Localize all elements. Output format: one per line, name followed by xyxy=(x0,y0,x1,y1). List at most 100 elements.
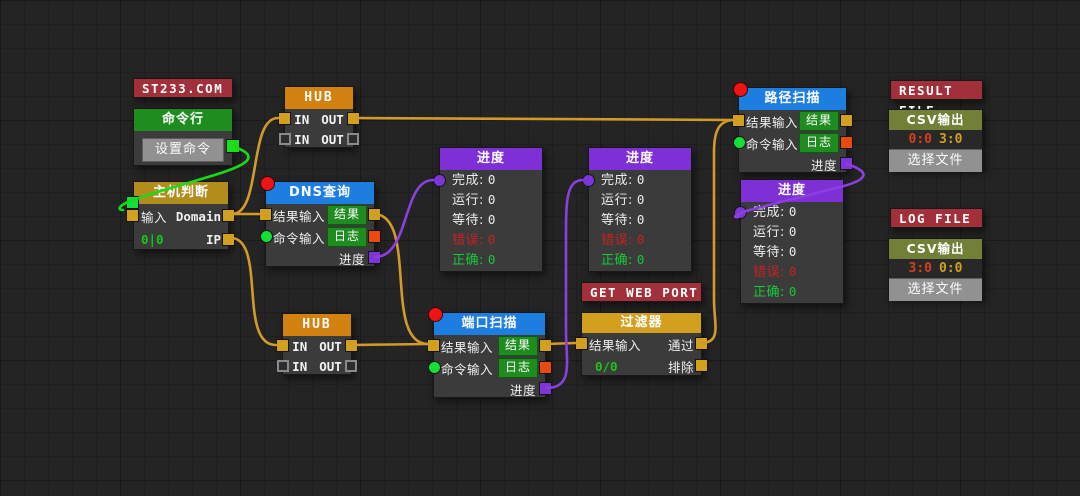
node-header[interactable]: 进度 xyxy=(741,180,843,202)
node-progress-dns[interactable]: 进度 完成:0 运行:0 等待:0 错误:0 正确:0 xyxy=(439,147,543,272)
result-input-port[interactable] xyxy=(575,337,588,350)
choose-file-button[interactable]: 选择文件 xyxy=(889,278,982,301)
node-header[interactable]: 进度 xyxy=(440,148,542,170)
progress-row-label: 错误: xyxy=(753,265,785,280)
node-log-csv-output[interactable]: CSV输出 3:00:0 选择文件 xyxy=(888,238,983,299)
progress-output-port[interactable] xyxy=(840,157,853,170)
exclude-output-port[interactable] xyxy=(695,359,708,372)
domain-output-port[interactable] xyxy=(222,209,235,222)
command-input-port[interactable] xyxy=(733,136,746,149)
banner-title: GET WEB PORT xyxy=(590,285,698,300)
csv-output-button[interactable]: CSV输出 xyxy=(889,239,982,259)
hub-in-port[interactable] xyxy=(276,339,289,352)
progress-output-port[interactable] xyxy=(539,382,552,395)
node-header[interactable]: 主机判断 xyxy=(134,182,228,204)
node-st233-banner[interactable]: ST233.COM xyxy=(133,78,233,98)
progress-input-port[interactable] xyxy=(582,174,595,187)
command-output-port[interactable] xyxy=(226,139,240,153)
node-header[interactable]: 进度 xyxy=(589,148,691,170)
pass-output-port[interactable] xyxy=(695,337,708,350)
csv-stats: 0:03:0 xyxy=(889,130,982,149)
progress-row-label: 等待: xyxy=(601,213,633,228)
hub-in-port-empty[interactable] xyxy=(277,360,289,372)
node-header[interactable]: 过滤器 xyxy=(582,313,701,333)
log-output-port[interactable] xyxy=(539,361,552,374)
node-command-line[interactable]: 命令行 设置命令 xyxy=(133,108,233,166)
choose-file-button[interactable]: 选择文件 xyxy=(889,149,982,172)
hub-in-port-empty[interactable] xyxy=(279,133,291,145)
node-header[interactable]: 路径扫描 xyxy=(739,88,846,110)
progress-input-port[interactable] xyxy=(433,174,446,187)
hub-in-label: IN xyxy=(292,359,307,374)
hub-out-port[interactable] xyxy=(347,112,360,125)
hub-out-port-empty[interactable] xyxy=(347,133,359,145)
progress-label: 进度 xyxy=(510,380,536,399)
progress-row-value: 0 xyxy=(789,204,797,219)
progress-row-label: 完成: xyxy=(753,205,785,220)
node-result-csv-output[interactable]: CSV输出 0:03:0 选择文件 xyxy=(888,109,983,170)
banner-title: LOG FILE xyxy=(899,211,971,226)
node-log-file-banner[interactable]: LOG FILE xyxy=(890,208,983,228)
node-filter[interactable]: 过滤器 结果输入 通过 0/0 排除 xyxy=(581,312,702,376)
set-command-button[interactable]: 设置命令 xyxy=(142,138,224,162)
result-input-port[interactable] xyxy=(732,114,745,127)
node-path-scan[interactable]: 路径扫描 结果输入 结果 命令输入 日志 进度 xyxy=(738,87,847,173)
progress-row-label: 等待: xyxy=(753,245,785,260)
progress-row-label: 运行: xyxy=(601,193,633,208)
status-dot xyxy=(428,307,443,322)
node-header[interactable]: HUB xyxy=(285,87,353,109)
host-counter: 0|0 xyxy=(141,232,164,247)
command-input-port[interactable] xyxy=(260,230,273,243)
node-host-judge[interactable]: 主机判断 输入 Domain 0|0 IP xyxy=(133,181,229,250)
stat-first: 0:0 xyxy=(909,132,932,147)
node-header[interactable]: DNS查询 xyxy=(266,182,374,204)
result-button[interactable]: 结果 xyxy=(498,336,538,356)
node-hub-bottom[interactable]: HUB IN OUT IN OUT xyxy=(282,313,352,375)
result-output-port[interactable] xyxy=(840,114,853,127)
progress-row-label: 正确: xyxy=(601,253,633,268)
node-progress-pathscan[interactable]: 进度 完成:0 运行:0 等待:0 错误:0 正确:0 xyxy=(740,179,844,304)
hub-out-port-empty[interactable] xyxy=(345,360,357,372)
progress-row-value: 0 xyxy=(637,232,645,247)
csv-output-button[interactable]: CSV输出 xyxy=(889,110,982,130)
input-port[interactable] xyxy=(126,209,139,222)
result-output-port[interactable] xyxy=(368,208,381,221)
node-editor-canvas[interactable]: ST233.COM 命令行 设置命令 主机判断 输入 Domain 0|0 IP… xyxy=(0,0,1080,496)
result-input-port[interactable] xyxy=(427,339,440,352)
node-hub-top[interactable]: HUB IN OUT IN OUT xyxy=(284,86,354,148)
progress-input-port[interactable] xyxy=(734,206,747,219)
hub-in-port[interactable] xyxy=(278,112,291,125)
log-button[interactable]: 日志 xyxy=(498,358,538,378)
node-header[interactable]: 命令行 xyxy=(134,109,232,131)
progress-row-label: 错误: xyxy=(601,233,633,248)
result-button[interactable]: 结果 xyxy=(799,111,839,131)
result-input-label: 结果输入 xyxy=(273,206,325,225)
log-button[interactable]: 日志 xyxy=(799,133,839,153)
log-output-port[interactable] xyxy=(368,230,381,243)
node-result-file-banner[interactable]: RESULT FILE xyxy=(890,80,983,100)
result-input-label: 结果输入 xyxy=(589,335,641,354)
log-output-port[interactable] xyxy=(840,136,853,149)
result-output-port[interactable] xyxy=(539,339,552,352)
result-input-label: 结果输入 xyxy=(441,337,493,356)
node-progress-portscan[interactable]: 进度 完成:0 运行:0 等待:0 错误:0 正确:0 xyxy=(588,147,692,272)
node-get-web-port-banner[interactable]: GET WEB PORT xyxy=(581,282,702,302)
result-button[interactable]: 结果 xyxy=(327,205,367,225)
node-header[interactable]: HUB xyxy=(283,314,351,336)
progress-row-value: 0 xyxy=(789,224,797,239)
progress-row-label: 错误: xyxy=(452,233,484,248)
command-input-port[interactable] xyxy=(126,196,139,209)
node-header[interactable]: 端口扫描 xyxy=(434,313,545,335)
command-input-port[interactable] xyxy=(428,361,441,374)
log-button[interactable]: 日志 xyxy=(327,227,367,247)
progress-row-label: 正确: xyxy=(753,285,785,300)
node-port-scan[interactable]: 端口扫描 结果输入 结果 命令输入 日志 进度 xyxy=(433,312,546,398)
progress-output-port[interactable] xyxy=(368,251,381,264)
pass-label: 通过 xyxy=(668,335,694,354)
hub-out-port[interactable] xyxy=(345,339,358,352)
ip-output-port[interactable] xyxy=(222,233,235,246)
result-input-port[interactable] xyxy=(259,208,272,221)
progress-row-value: 0 xyxy=(488,172,496,187)
node-dns-query[interactable]: DNS查询 结果输入 结果 命令输入 日志 进度 xyxy=(265,181,375,267)
progress-row-value: 0 xyxy=(789,284,797,299)
